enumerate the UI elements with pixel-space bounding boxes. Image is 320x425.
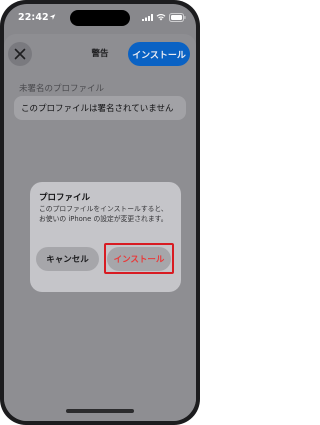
close-button[interactable] — [8, 42, 32, 66]
unsigned-profile-row: このプロファイルは署名されていません — [14, 96, 186, 120]
alert-title: プロファイル — [39, 193, 91, 203]
cellular-signal-icon — [142, 14, 153, 21]
location-arrow-icon — [49, 14, 56, 20]
unsigned-profile-text: このプロファイルは署名されていません — [21, 104, 174, 114]
cancel-button[interactable]: キャンセル — [36, 247, 99, 271]
sheet-title: 警告 — [91, 49, 109, 59]
alert-message: このプロファイルをインストールすると、 お使いの iPhone の設定が変更され… — [39, 204, 175, 224]
home-indicator[interactable] — [66, 409, 134, 413]
header-install-button[interactable]: インストール — [128, 42, 190, 66]
wifi-icon — [156, 14, 166, 21]
status-time: 22:42 — [18, 12, 49, 23]
close-icon — [14, 48, 26, 60]
screen: 22:42 警告 インストール 未署名のプロファイル このプロファイルは署名され… — [4, 4, 196, 421]
install-confirm-alert: プロファイル このプロファイルをインストールすると、 お使いの iPhone の… — [30, 182, 181, 292]
highlight-annotation — [104, 243, 174, 274]
alert-message-line: お使いの iPhone の設定が変更されます。 — [39, 215, 168, 223]
status-bar: 22:42 — [4, 4, 196, 30]
alert-message-line: このプロファイルをインストールすると、 — [39, 205, 168, 213]
section-label: 未署名のプロファイル — [19, 84, 105, 94]
profile-warning-sheet: 警告 インストール 未署名のプロファイル このプロファイルは署名されていません … — [4, 34, 196, 421]
phone-frame: 22:42 警告 インストール 未署名のプロファイル このプロファイルは署名され… — [0, 0, 200, 425]
dynamic-island — [70, 10, 130, 26]
battery-icon — [169, 12, 186, 22]
